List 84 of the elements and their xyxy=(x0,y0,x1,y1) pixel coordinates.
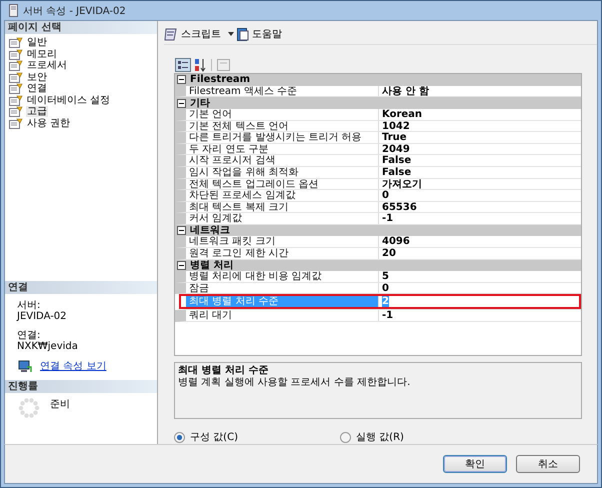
description-text: 병렬 계획 실행에 사용할 프로세서 수를 제한합니다. xyxy=(178,377,412,390)
progress-status: 준비 xyxy=(50,398,70,412)
property-value[interactable]: False xyxy=(379,166,581,178)
sidebar-item[interactable]: 고급 xyxy=(26,106,48,118)
property-value[interactable]: False xyxy=(379,155,581,166)
sidebar-item[interactable]: 메모리 xyxy=(26,48,58,60)
radio-button[interactable] xyxy=(174,432,185,442)
dialog-button[interactable]: 확인 xyxy=(443,455,507,473)
page-icon xyxy=(9,72,23,83)
radio-label[interactable]: 실행 값(R) xyxy=(356,430,404,444)
section-header: 페이지 선택 xyxy=(5,21,157,34)
property-value[interactable]: 가져오기 xyxy=(379,178,581,190)
server-name: JEVIDA-02 xyxy=(17,311,67,322)
property-name[interactable]: 다른 트리거를 발생시키는 트리거 허용 xyxy=(186,132,379,143)
description-title: 최대 병렬 처리 수준 xyxy=(178,365,270,378)
window-title: 서버 속성 - JEVIDA-02 xyxy=(23,4,126,18)
property-value[interactable]: 20 xyxy=(379,248,581,259)
property-value[interactable]: 2049 xyxy=(379,144,581,154)
property-value[interactable]: -1 xyxy=(379,213,581,224)
property-name[interactable]: 기본 언어 xyxy=(186,108,379,120)
property-value[interactable]: 0 xyxy=(379,190,581,201)
property-name[interactable]: 차단된 프로세스 임계값 xyxy=(186,190,379,201)
property-name[interactable]: 기본 전체 텍스트 언어 xyxy=(186,120,379,132)
categorized-view-icon[interactable] xyxy=(175,58,191,72)
page-icon xyxy=(9,60,23,72)
property-name[interactable]: 두 자리 연도 구분 xyxy=(186,144,379,154)
property-name[interactable]: 임시 작업을 위해 최적화 xyxy=(186,166,379,178)
dropdown-caret-icon[interactable] xyxy=(228,32,234,36)
property-value[interactable]: 4096 xyxy=(379,236,581,248)
property-value[interactable]: 0 xyxy=(379,282,581,294)
property-name[interactable]: 병렬 처리에 대한 비용 임계값 xyxy=(186,271,379,282)
computer-icon xyxy=(18,360,32,373)
connection-name: NXK₩jevida xyxy=(17,341,78,352)
collapse-icon[interactable] xyxy=(177,226,186,236)
sidebar-item[interactable]: 연결 xyxy=(26,83,48,94)
property-value[interactable]: 사용 안 함 xyxy=(379,86,581,96)
sidebar-item[interactable]: 프로세서 xyxy=(26,60,68,72)
section-header: 진행률 xyxy=(5,380,157,393)
property-value[interactable]: True xyxy=(379,132,581,143)
category-header: Filestream xyxy=(190,74,250,86)
script-icon xyxy=(164,28,178,41)
page-icon xyxy=(9,48,23,60)
radio-label[interactable]: 구성 값(C) xyxy=(190,430,238,444)
script-button[interactable]: 스크립트 xyxy=(181,27,221,42)
property-name[interactable]: 시작 프로시저 검색 xyxy=(186,155,379,166)
property-name[interactable]: Filestream 액세스 수준 xyxy=(186,86,379,96)
page-icon xyxy=(9,94,23,106)
category-header: 병렬 처리 xyxy=(190,260,234,271)
property-value[interactable]: 1042 xyxy=(379,120,581,132)
connection-label: 연결: xyxy=(17,330,40,341)
page-icon xyxy=(9,106,23,118)
property-name[interactable]: 잠금 xyxy=(186,282,379,294)
property-name[interactable]: 커서 임계값 xyxy=(186,213,379,224)
progress-spinner-icon xyxy=(18,397,40,419)
page-icon xyxy=(9,118,23,129)
property-value[interactable]: 65536 xyxy=(379,202,581,212)
window-icon xyxy=(9,4,18,17)
help-button[interactable]: 도움말 xyxy=(252,27,282,42)
property-value[interactable]: Korean xyxy=(379,108,581,120)
property-name[interactable]: 전체 텍스트 업그레이드 옵션 xyxy=(186,178,379,190)
page-icon xyxy=(9,83,23,94)
page-icon xyxy=(9,37,23,48)
connection-properties-link[interactable]: 연결 속성 보기 xyxy=(40,361,106,372)
sidebar-item[interactable]: 사용 권한 xyxy=(26,118,72,129)
category-header: 네트워크 xyxy=(190,225,230,236)
server-label: 서버: xyxy=(17,300,40,311)
collapse-icon[interactable] xyxy=(177,75,186,84)
sidebar-item[interactable]: 보안 xyxy=(26,72,48,83)
sidebar-item[interactable]: 일반 xyxy=(26,37,48,48)
dialog-button[interactable]: 취소 xyxy=(516,455,580,473)
sort-alphabetical-icon[interactable] xyxy=(194,58,206,72)
property-name[interactable]: 원격 로그인 제한 시간 xyxy=(186,248,379,259)
help-icon xyxy=(237,28,249,41)
property-name[interactable]: 네트워크 패킷 크기 xyxy=(186,236,379,248)
property-value[interactable]: -1 xyxy=(379,310,581,322)
property-value[interactable]: 5 xyxy=(379,271,581,282)
collapse-icon[interactable] xyxy=(177,260,186,270)
collapse-icon[interactable] xyxy=(177,98,186,108)
property-name[interactable]: 쿼리 대기 xyxy=(186,310,379,322)
sidebar-item[interactable]: 데이터베이스 설정 xyxy=(26,94,112,106)
section-header: 연결 xyxy=(5,281,157,294)
category-header: 기타 xyxy=(190,98,210,109)
property-name[interactable]: 최대 텍스트 복제 크기 xyxy=(186,202,379,212)
radio-button[interactable] xyxy=(340,432,351,442)
